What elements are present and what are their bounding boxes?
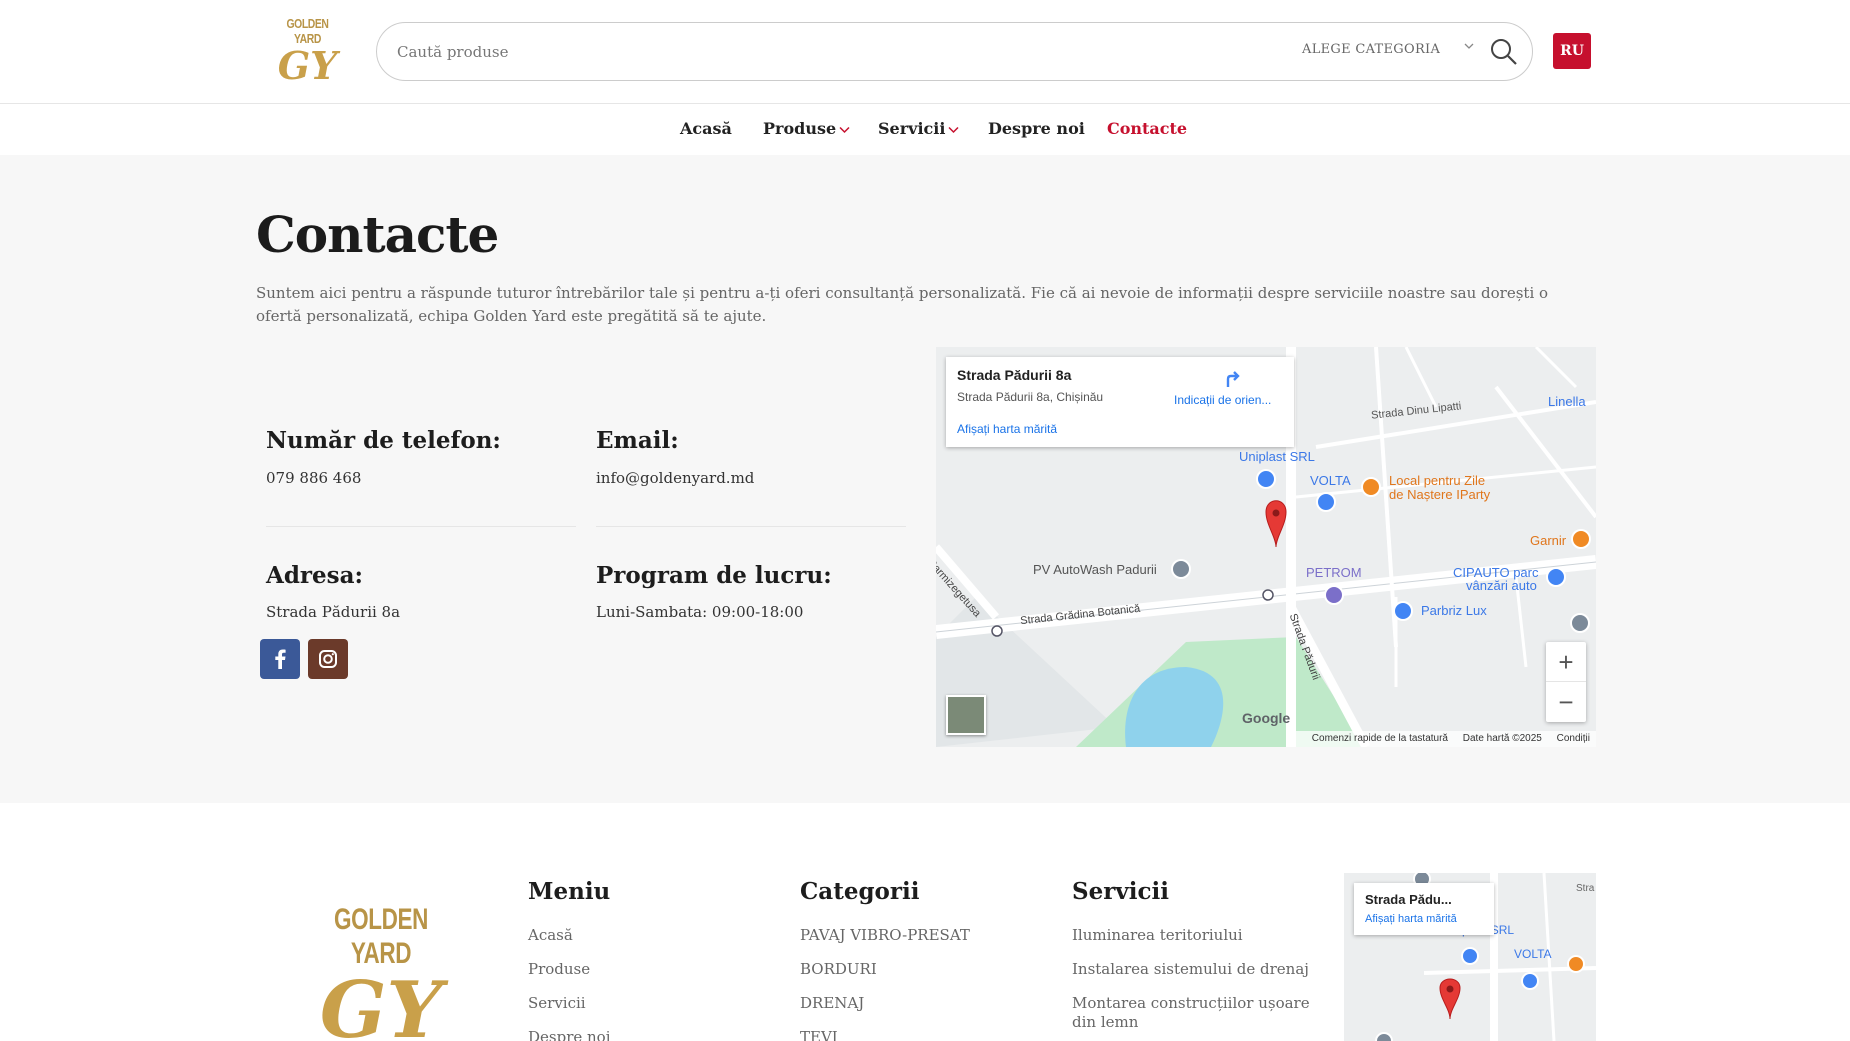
footer-link-service[interactable]: Iluminarea teritoriului — [1072, 926, 1317, 945]
map-label[interactable]: Linella — [1548, 394, 1586, 409]
footer-logo[interactable]: GOLDEN YARD GY — [306, 903, 456, 1041]
footer-services-title: Servicii — [1072, 878, 1169, 905]
map-card-title: Strada Pădurii 8a — [957, 367, 1072, 383]
zoom-in-button[interactable]: + — [1546, 642, 1586, 682]
map-label[interactable]: vânzări auto — [1466, 578, 1537, 593]
chevron-down-icon — [948, 124, 959, 137]
zoom-out-button[interactable]: − — [1546, 682, 1586, 722]
google-map[interactable]: Strada Pădurii 8a Strada Pădurii 8a, Chi… — [936, 347, 1596, 747]
nav-item-despre-noi[interactable]: Despre noi — [988, 119, 1085, 138]
satellite-toggle[interactable] — [946, 695, 986, 735]
map-label[interactable]: VOLTA — [1514, 947, 1552, 961]
main-nav: Acasă Produse Servicii Despre noi Contac… — [0, 105, 1850, 155]
footer-link-servicii[interactable]: Servicii — [528, 994, 586, 1013]
chevron-down-icon[interactable] — [1464, 40, 1474, 55]
footer-map[interactable]: Uniplast SRL VOLTA Stra Strada Pădu... A… — [1344, 873, 1596, 1041]
hours-label: Program de lucru: — [596, 562, 832, 589]
map-label[interactable]: Uniplast SRL — [1239, 449, 1315, 464]
address-value: Strada Pădurii 8a — [266, 603, 401, 621]
google-logo: Google — [1242, 710, 1290, 726]
nav-item-produse[interactable]: Produse — [763, 119, 850, 138]
zoom-controls: + − — [1546, 642, 1586, 722]
footer-map-card-title: Strada Pădu... — [1365, 892, 1452, 907]
footer-logo-text: GOLDEN YARD — [333, 903, 429, 970]
directions-link[interactable]: Indicații de orien... — [1174, 393, 1271, 407]
map-label: Stra — [1576, 883, 1595, 894]
intro-text: Suntem aici pentru a răspunde tuturor în… — [256, 284, 1549, 325]
logo[interactable]: GOLDEN YARD GY — [270, 16, 345, 88]
address-label: Adresa: — [266, 562, 364, 589]
phone-value[interactable]: 079 886 468 — [266, 469, 361, 487]
instagram-button[interactable] — [308, 639, 348, 679]
email-label: Email: — [596, 427, 679, 454]
map-card-address: Strada Pădurii 8a, Chișinău — [957, 390, 1104, 404]
facebook-button[interactable] — [260, 639, 300, 679]
footer-logo-mark: GY — [319, 965, 443, 1041]
divider — [266, 526, 576, 527]
phone-label: Număr de telefon: — [266, 427, 501, 454]
search-icon[interactable] — [1489, 37, 1519, 67]
map-label[interactable]: Local pentru Zile — [1389, 473, 1485, 488]
map-label[interactable]: PETROM — [1306, 565, 1362, 580]
divider — [596, 526, 906, 527]
map-label[interactable]: Parbriz Lux — [1421, 603, 1487, 618]
map-label[interactable]: Garnir — [1530, 533, 1566, 548]
footer-link-category[interactable]: BORDURI — [800, 960, 877, 979]
footer-link-service[interactable]: Instalarea sistemului de drenaj — [1072, 960, 1317, 979]
larger-map-link[interactable]: Afișați harta mărită — [957, 422, 1057, 436]
category-select[interactable]: ALEGE CATEGORIA — [1302, 42, 1440, 57]
instagram-icon — [319, 650, 337, 668]
footer-link-category[interactable]: PAVAJ VIBRO-PRESAT — [800, 926, 970, 945]
nav-item-acasa[interactable]: Acasă — [680, 119, 732, 138]
page-title: Contacte — [256, 205, 499, 264]
search-bar: ALEGE CATEGORIA — [376, 22, 1533, 81]
keyboard-shortcuts-link[interactable]: Comenzi rapide de la tastatură — [1312, 733, 1448, 744]
email-value[interactable]: info@goldenyard.md — [596, 469, 754, 487]
facebook-icon — [275, 649, 286, 669]
hours-value: Luni-Sambata: 09:00-18:00 — [596, 603, 804, 621]
footer-menu-title: Meniu — [528, 878, 611, 905]
google-logo-text: Google — [1242, 710, 1291, 726]
footer-link-category[interactable]: DRENAJ — [800, 994, 864, 1013]
site-footer: GOLDEN YARD GY Meniu Acasă Produse Servi… — [0, 803, 1850, 1041]
directions-icon[interactable] — [1222, 369, 1242, 389]
search-input[interactable] — [397, 39, 1197, 65]
language-switch-button[interactable]: RU — [1553, 33, 1591, 69]
footer-larger-map-link[interactable]: Afișați harta mărită — [1365, 913, 1457, 925]
nav-item-label: Produse — [763, 119, 837, 138]
map-label[interactable]: PV AutoWash Padurii — [1033, 562, 1157, 577]
footer-link-acasa[interactable]: Acasă — [528, 926, 573, 945]
nav-item-servicii[interactable]: Servicii — [878, 119, 959, 138]
nav-item-label: Servicii — [878, 119, 946, 138]
footer-map-card: Strada Pădu... Afișați harta mărită — [1354, 883, 1494, 935]
map-footer: Comenzi rapide de la tastatură Date hart… — [1293, 731, 1596, 747]
chevron-down-icon — [839, 124, 850, 137]
footer-link-produse[interactable]: Produse — [528, 960, 590, 979]
map-label[interactable]: de Naștere IParty — [1389, 487, 1490, 502]
terms-link[interactable]: Condiții — [1557, 733, 1590, 744]
footer-link-category[interactable]: ȚEVI — [800, 1028, 838, 1041]
footer-link-service[interactable]: Montarea construcțiilor ușoare din lemn — [1072, 994, 1317, 1032]
footer-link-despre-noi[interactable]: Despre noi — [528, 1028, 611, 1041]
logo-mark: GY — [277, 43, 338, 88]
footer-categories-title: Categorii — [800, 878, 920, 905]
map-label[interactable]: VOLTA — [1310, 473, 1351, 488]
map-data-text: Date hartă ©2025 — [1462, 733, 1542, 744]
nav-item-contacte[interactable]: Contacte — [1107, 119, 1187, 138]
map-info-card: Strada Pădurii 8a Strada Pădurii 8a, Chi… — [946, 357, 1294, 447]
site-header: GOLDEN YARD GY ALEGE CATEGORIA RU — [0, 0, 1850, 104]
logo-text: GOLDEN YARD — [286, 16, 329, 46]
